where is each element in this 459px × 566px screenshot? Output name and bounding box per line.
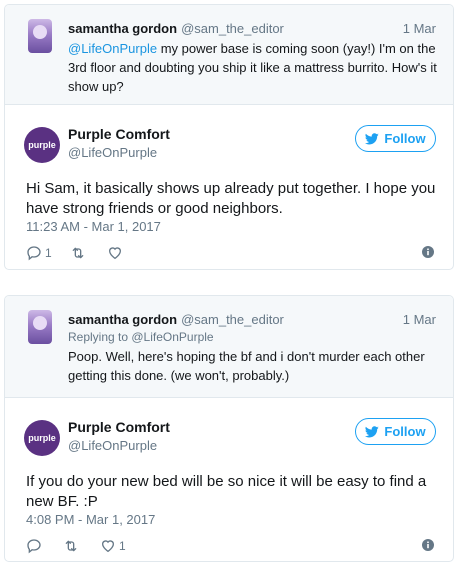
parent-tweet[interactable]: samantha gordon @sam_the_editor 1 Mar @Li… xyxy=(5,5,453,105)
retweet-icon xyxy=(72,247,84,259)
retweet-action[interactable] xyxy=(70,245,89,261)
reply-timestamp[interactable]: 4:08 PM - Mar 1, 2017 xyxy=(26,512,155,527)
follow-label: Follow xyxy=(384,131,426,146)
tweet-card: samantha gordon @sam_the_editor 1 Mar Rep… xyxy=(4,295,454,562)
twitter-bird-icon xyxy=(365,132,380,144)
reply-text: Hi Sam, it basically shows up already pu… xyxy=(26,180,436,217)
follow-button[interactable]: Follow xyxy=(355,125,436,152)
info-icon[interactable] xyxy=(422,246,434,258)
reply-author-name[interactable]: Purple Comfort xyxy=(68,419,170,435)
retweet-action[interactable] xyxy=(63,538,82,554)
follow-label: Follow xyxy=(384,424,426,439)
heart-icon xyxy=(101,540,115,553)
like-action[interactable]: 1 xyxy=(100,538,126,554)
parent-author-handle[interactable]: @sam_the_editor xyxy=(181,312,284,327)
reply-text: If you do your new bed will be so nice i… xyxy=(26,473,427,510)
avatar[interactable] xyxy=(28,19,52,53)
parent-date[interactable]: 1 Mar xyxy=(403,21,436,36)
like-action[interactable] xyxy=(107,245,126,261)
parent-tweet[interactable]: samantha gordon @sam_the_editor 1 Mar Rep… xyxy=(5,296,453,398)
heart-icon xyxy=(108,247,121,260)
reply-action[interactable] xyxy=(26,538,45,554)
avatar[interactable] xyxy=(28,310,52,344)
parent-text: @LifeOnPurple my power base is coming so… xyxy=(68,39,438,96)
parent-author-name[interactable]: samantha gordon xyxy=(68,312,177,327)
reply-action[interactable]: 1 xyxy=(26,245,52,261)
replying-prefix: Replying to xyxy=(68,330,132,344)
info-icon[interactable] xyxy=(422,539,434,551)
reply-icon xyxy=(27,246,41,261)
mention-link[interactable]: @LifeOnPurple xyxy=(68,41,157,56)
like-count: 1 xyxy=(119,539,126,553)
reply-icon xyxy=(27,539,41,554)
retweet-icon xyxy=(65,540,77,552)
replying-to: Replying to @LifeOnPurple xyxy=(68,330,214,344)
reply-author-name[interactable]: Purple Comfort xyxy=(68,126,170,142)
parent-date[interactable]: 1 Mar xyxy=(403,312,436,327)
follow-button[interactable]: Follow xyxy=(355,418,436,445)
replying-to-handle[interactable]: @LifeOnPurple xyxy=(131,330,213,344)
action-bar: 1 xyxy=(26,536,144,556)
reply-count: 1 xyxy=(45,246,52,260)
parent-author-name[interactable]: samantha gordon xyxy=(68,21,177,36)
twitter-bird-icon xyxy=(365,425,380,437)
reply-timestamp[interactable]: 11:23 AM - Mar 1, 2017 xyxy=(26,219,161,234)
reply-author-handle[interactable]: @LifeOnPurple xyxy=(68,438,157,453)
parent-text: Poop. Well, here's hoping the bf and i d… xyxy=(68,349,425,383)
brand-logo[interactable]: purple xyxy=(24,127,60,163)
parent-author-handle[interactable]: @sam_the_editor xyxy=(181,21,284,36)
tweet-card: samantha gordon @sam_the_editor 1 Mar @Li… xyxy=(4,4,454,270)
action-bar: 1 xyxy=(26,243,144,263)
reply-author-handle[interactable]: @LifeOnPurple xyxy=(68,145,157,160)
brand-logo[interactable]: purple xyxy=(24,420,60,456)
